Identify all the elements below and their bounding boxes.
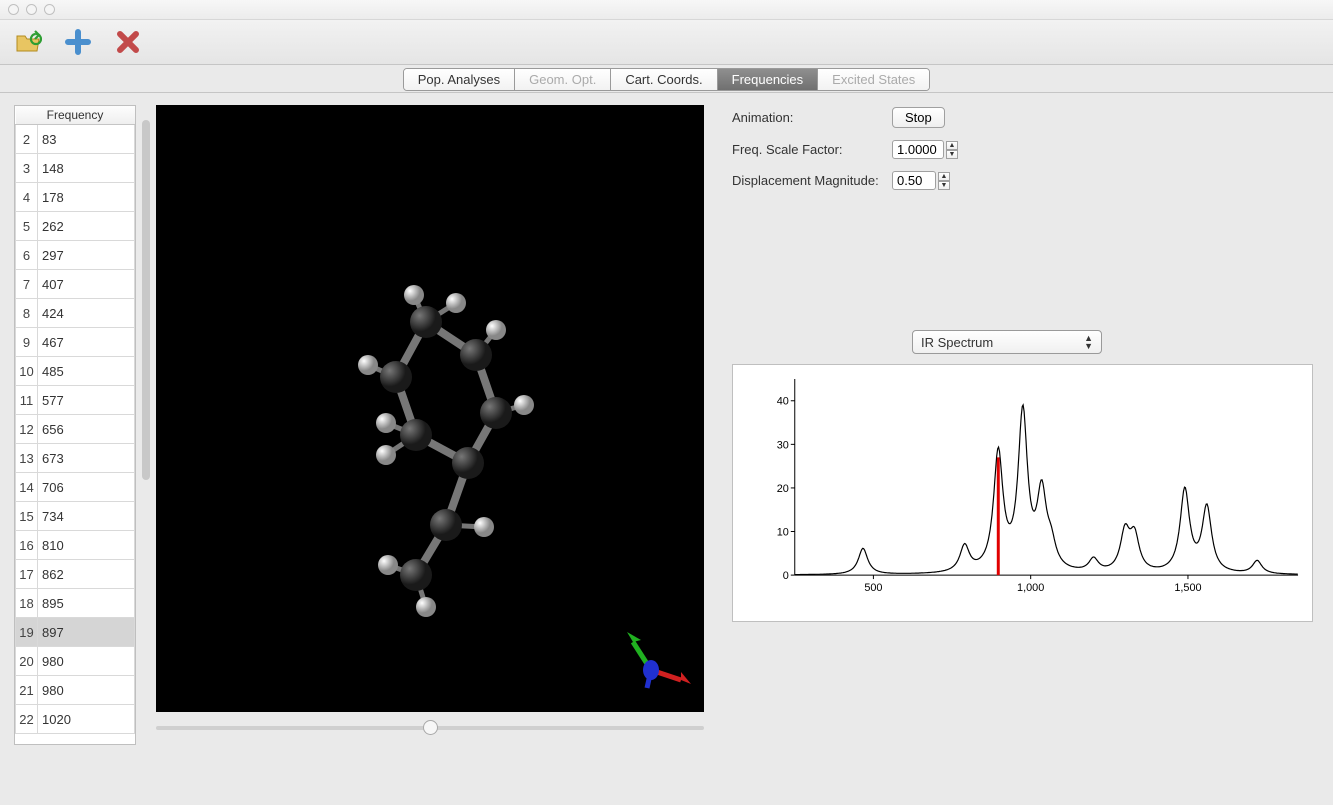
frequency-row[interactable]: 20980 bbox=[16, 647, 135, 676]
svg-text:0: 0 bbox=[783, 570, 789, 582]
tab-bar: Pop. AnalysesGeom. Opt.Cart. Coords.Freq… bbox=[0, 65, 1333, 93]
spectrum-type-select[interactable]: IR Spectrum ▲▼ bbox=[912, 330, 1102, 354]
scale-factor-input[interactable] bbox=[892, 140, 944, 159]
frequency-row[interactable]: 16810 bbox=[16, 531, 135, 560]
frequency-row[interactable]: 10485 bbox=[16, 357, 135, 386]
tab-cart-coords-[interactable]: Cart. Coords. bbox=[611, 69, 717, 90]
frequency-row[interactable]: 11577 bbox=[16, 386, 135, 415]
frequency-row[interactable]: 17862 bbox=[16, 560, 135, 589]
displacement-input[interactable] bbox=[892, 171, 936, 190]
svg-text:40: 40 bbox=[777, 396, 789, 408]
svg-text:1,500: 1,500 bbox=[1174, 582, 1201, 594]
frequency-row[interactable]: 12656 bbox=[16, 415, 135, 444]
open-folder-icon[interactable] bbox=[14, 28, 42, 56]
frequency-row[interactable]: 15734 bbox=[16, 502, 135, 531]
close-dot[interactable] bbox=[8, 4, 19, 15]
tab-pop-analyses[interactable]: Pop. Analyses bbox=[404, 69, 515, 90]
plus-icon[interactable] bbox=[64, 28, 92, 56]
animation-label: Animation: bbox=[732, 110, 892, 125]
animation-stop-button[interactable]: Stop bbox=[892, 107, 945, 128]
frequency-table[interactable]: Frequency 283314841785262629774078424946… bbox=[14, 105, 136, 745]
tab-frequencies[interactable]: Frequencies bbox=[718, 69, 819, 90]
freq-scrollbar[interactable] bbox=[142, 120, 150, 480]
frequency-row[interactable]: 4178 bbox=[16, 183, 135, 212]
zoom-dot[interactable] bbox=[44, 4, 55, 15]
frequency-row[interactable]: 14706 bbox=[16, 473, 135, 502]
frequency-row[interactable]: 7407 bbox=[16, 270, 135, 299]
window-titlebar bbox=[0, 0, 1333, 20]
svg-text:10: 10 bbox=[777, 526, 789, 538]
frequency-row[interactable]: 221020 bbox=[16, 705, 135, 734]
tab-geom-opt-: Geom. Opt. bbox=[515, 69, 611, 90]
minimize-dot[interactable] bbox=[26, 4, 37, 15]
frequency-row[interactable]: 21980 bbox=[16, 676, 135, 705]
svg-text:1,000: 1,000 bbox=[1017, 582, 1044, 594]
scale-stepper[interactable]: ▲▼ bbox=[946, 141, 958, 159]
frequency-row[interactable]: 18895 bbox=[16, 589, 135, 618]
scale-factor-label: Freq. Scale Factor: bbox=[732, 142, 892, 157]
svg-text:30: 30 bbox=[777, 439, 789, 451]
molecule-viewport[interactable] bbox=[156, 105, 704, 712]
frequency-row[interactable]: 19897 bbox=[16, 618, 135, 647]
tab-excited-states: Excited States bbox=[818, 69, 929, 90]
frequency-row[interactable]: 3148 bbox=[16, 154, 135, 183]
frequency-row[interactable]: 9467 bbox=[16, 328, 135, 357]
spectrum-select-label: IR Spectrum bbox=[921, 335, 993, 350]
displacement-label: Displacement Magnitude: bbox=[732, 173, 892, 188]
svg-text:500: 500 bbox=[864, 582, 882, 594]
select-chevron-icon: ▲▼ bbox=[1084, 334, 1093, 350]
frame-slider[interactable] bbox=[156, 726, 704, 730]
frequency-header: Frequency bbox=[16, 106, 135, 125]
frequency-row[interactable]: 283 bbox=[16, 125, 135, 154]
svg-text:20: 20 bbox=[777, 483, 789, 495]
frequency-row[interactable]: 6297 bbox=[16, 241, 135, 270]
frequency-row[interactable]: 5262 bbox=[16, 212, 135, 241]
frequency-row[interactable]: 13673 bbox=[16, 444, 135, 473]
close-icon[interactable] bbox=[114, 28, 142, 56]
frequency-row[interactable]: 8424 bbox=[16, 299, 135, 328]
toolbar bbox=[0, 20, 1333, 65]
spectrum-chart[interactable]: 0 10 20 30 40 500 1,000 1,500 bbox=[732, 364, 1313, 622]
displacement-stepper[interactable]: ▲▼ bbox=[938, 172, 950, 190]
